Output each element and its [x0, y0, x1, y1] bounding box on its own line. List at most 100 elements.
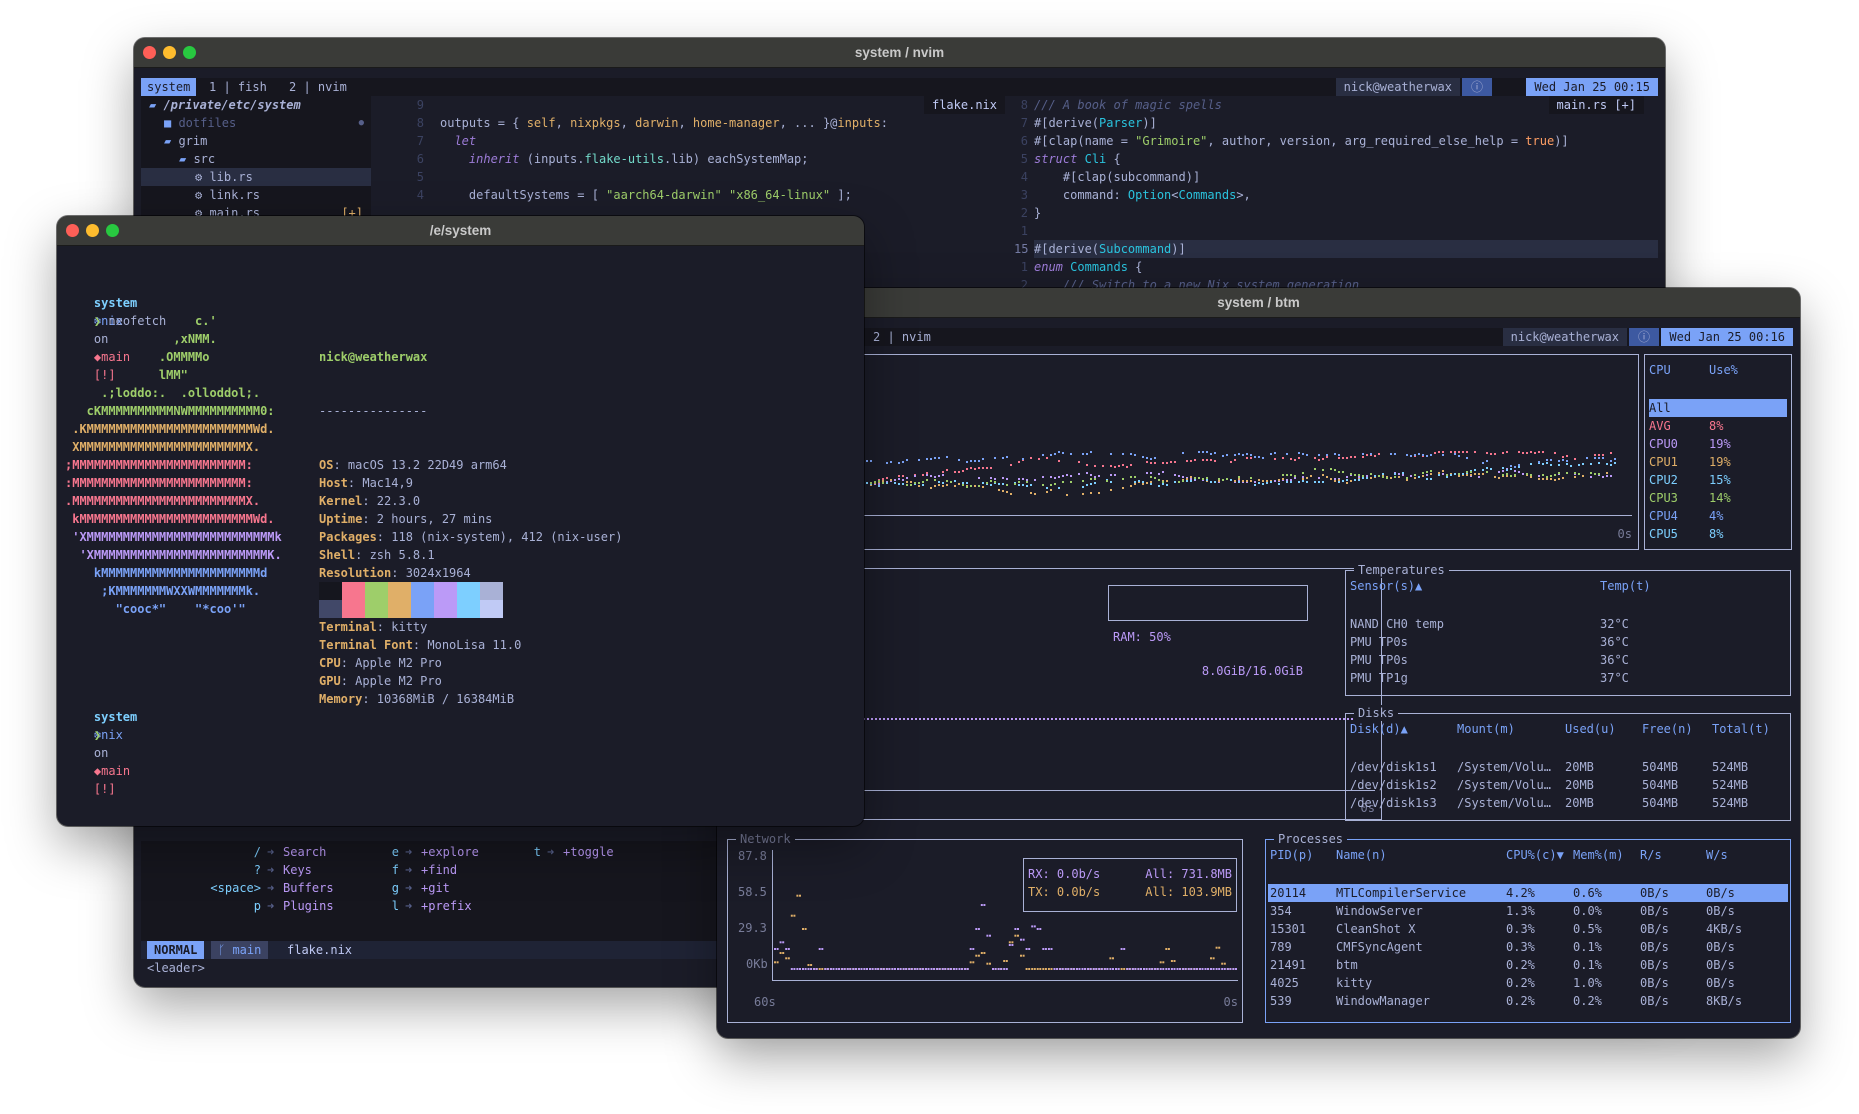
- network-panel[interactable]: Network 87.8 58.5 29.3 0Kb 60s 0s RX: 0.…: [727, 831, 1243, 1023]
- column-header[interactable]: Mem%(m): [1573, 848, 1624, 862]
- code-line[interactable]: 15 #[derive(Subcommand)]: [1014, 240, 1658, 258]
- column-header[interactable]: Disk(d)▲: [1350, 722, 1408, 736]
- column-header[interactable]: Total(t): [1712, 722, 1770, 736]
- cpu-row[interactable]: CPU3 14%: [1649, 489, 1787, 507]
- net-graph-point: [1156, 968, 1159, 970]
- command-line[interactable]: <leader>: [147, 959, 205, 977]
- table-row[interactable]: PMU TP0s 36°C: [1348, 633, 1788, 651]
- editor-right-pane[interactable]: main.rs [+] 8 /// A book of magic spells 7…: [1014, 96, 1658, 296]
- code-line[interactable]: 9: [372, 96, 1005, 114]
- cpu-graph-point: [1458, 473, 1460, 475]
- table-row[interactable]: /dev/disk1s3/System/Volu… 20MB 504MB 524MB: [1348, 794, 1788, 812]
- cpu-graph-point: [1422, 475, 1424, 477]
- cpu-graph-point: [1394, 473, 1396, 475]
- code-line[interactable]: 5: [372, 168, 1005, 186]
- tree-item-lib-rs[interactable]: ⚙ lib.rs: [141, 168, 371, 186]
- cpu-graph-point: [1482, 473, 1484, 475]
- cpu-graph-point: [938, 457, 940, 459]
- cpu-row[interactable]: CPU4 4%: [1649, 507, 1787, 525]
- table-row[interactable]: 20114 MTLCompilerService 4.2% 0.6% 0B/s 0B/s: [1268, 884, 1788, 902]
- column-header[interactable]: Temp(t): [1600, 579, 1651, 593]
- disks-panel[interactable]: Disks Disk(d)▲ Mount(m) Used(u) Free(n) Tota…: [1345, 705, 1791, 821]
- code-line[interactable]: 6 #[clap(name = "Grimoire", author, versi…: [1014, 132, 1658, 150]
- temperatures-panel[interactable]: Temperatures Sensor(s)▲ Temp(t) NAND CH0 t…: [1345, 562, 1791, 696]
- cpu-graph-point: [1082, 493, 1084, 495]
- cpu-graph-point: [1250, 457, 1252, 459]
- info-key: Uptime: [319, 512, 363, 526]
- tree-item-grim[interactable]: ▰ grim: [164, 132, 207, 150]
- code-line[interactable]: 7 #[derive(Parser)]: [1014, 114, 1658, 132]
- tab-nvim[interactable]: 2 | nvim: [867, 328, 937, 346]
- table-row[interactable]: PMU TP0s 36°C: [1348, 651, 1788, 669]
- cpu-graph-point: [1110, 474, 1112, 476]
- nvim-titlebar[interactable]: system / nvim: [134, 38, 1665, 68]
- column-header[interactable]: R/s: [1640, 848, 1662, 862]
- code-line[interactable]: 5 struct Cli {: [1014, 150, 1658, 168]
- cpu-row[interactable]: CPU5 8%: [1649, 525, 1787, 543]
- column-header[interactable]: Name(n): [1336, 848, 1387, 862]
- cpu-graph-point: [1370, 473, 1372, 475]
- table-row[interactable]: /dev/disk1s1/System/Volu… 20MB 504MB 524MB: [1348, 758, 1788, 776]
- column-header[interactable]: W/s: [1706, 848, 1728, 862]
- column-header[interactable]: Sensor(s)▲: [1350, 579, 1422, 593]
- cpu-row[interactable]: CPU0 19%: [1649, 435, 1787, 453]
- table-row[interactable]: /dev/disk1s2/System/Volu… 20MB 504MB 524MB: [1348, 776, 1788, 794]
- code-line[interactable]: 4 #[clap(subcommand)]: [1014, 168, 1658, 186]
- cpu-graph-point: [1582, 475, 1584, 477]
- code-line[interactable]: 3 command: Option<Commands>,: [1014, 186, 1658, 204]
- code-line[interactable]: 6 inherit (inputs.flake-utils.lib) eachS…: [372, 150, 1005, 168]
- line-number: 7: [1020, 116, 1028, 130]
- cpu-graph-point: [1210, 481, 1212, 483]
- table-row[interactable]: 4025 kitty 0.2% 1.0% 0B/s 0B/s: [1268, 974, 1788, 992]
- net-graph-point: [1190, 968, 1193, 970]
- table-row[interactable]: 539 WindowManager 0.2% 0.2% 0B/s 8KB/s: [1268, 992, 1788, 1010]
- table-row[interactable]: 15301 CleanShot X 0.3% 0.5% 0B/s 4KB/s: [1268, 920, 1788, 938]
- code-line[interactable]: 1 enum Commands {: [1014, 258, 1658, 276]
- table-cell: 0.6%: [1573, 886, 1602, 900]
- tab-system[interactable]: system: [141, 78, 197, 96]
- table-row[interactable]: 354 WindowServer 1.3% 0.0% 0B/s 0B/s: [1268, 902, 1788, 920]
- which-key-item[interactable]: g ➜ +git: [141, 879, 559, 897]
- kitty-titlebar[interactable]: /e/system: [57, 216, 864, 246]
- net-graph-point: [994, 968, 997, 970]
- tree-root[interactable]: ▰ /private/etc/system: [149, 96, 301, 114]
- net-graph-point: [1154, 968, 1157, 970]
- cpu-row[interactable]: All: [1649, 399, 1787, 417]
- tree-item-dotfiles[interactable]: ■ dotfiles ●: [164, 114, 364, 132]
- net-x-label: 60s: [754, 995, 776, 1009]
- table-row[interactable]: 789 CMFSyncAgent 0.3% 0.1% 0B/s 0B/s: [1268, 938, 1788, 956]
- code-line[interactable]: 2}: [1014, 204, 1658, 222]
- cpu-row[interactable]: CPU2 15%: [1649, 471, 1787, 489]
- column-header[interactable]: PID(p): [1270, 848, 1313, 862]
- cpu-row[interactable]: CPU1 19%: [1649, 453, 1787, 471]
- input-line[interactable]: ❯: [65, 708, 101, 762]
- btm-titlebar[interactable]: system / btm: [717, 288, 1800, 318]
- column-header[interactable]: Use%: [1709, 363, 1738, 377]
- column-header[interactable]: Used(u): [1565, 722, 1616, 736]
- column-header[interactable]: CPU%(c)▼: [1506, 848, 1564, 862]
- cpu-graph-point: [1034, 493, 1036, 495]
- cpu-graph-point: [902, 475, 904, 477]
- code-line[interactable]: 8 outputs = { self, nixpkgs, darwin, home…: [372, 114, 1005, 132]
- code-line[interactable]: 1: [1014, 222, 1658, 240]
- code-line[interactable]: 4 defaultSystems = [ "aarch64-darwin" "x…: [372, 186, 1005, 204]
- code-line[interactable]: 7 let: [372, 132, 1005, 150]
- net-graph-point: [1115, 968, 1117, 970]
- table-row[interactable]: 21491 btm 0.2% 0.1% 0B/s 0B/s: [1268, 956, 1788, 974]
- tab-nvim[interactable]: 2 | nvim: [283, 78, 353, 96]
- which-key-item[interactable]: f ➜ +find: [141, 861, 559, 879]
- tree-item-src[interactable]: ▰ src: [179, 150, 215, 168]
- which-key-item[interactable]: l ➜ +prefix: [141, 897, 559, 915]
- column-header[interactable]: Mount(m): [1457, 722, 1515, 736]
- cpu-graph-point: [1270, 481, 1272, 483]
- tab-fish[interactable]: 1 | fish: [203, 78, 273, 96]
- which-key-item[interactable]: t ➜ +toggle: [141, 843, 701, 861]
- table-row[interactable]: PMU TP1g 37°C: [1348, 669, 1788, 687]
- cpu-row[interactable]: AVG 8%: [1649, 417, 1787, 435]
- column-header[interactable]: CPU: [1649, 363, 1671, 377]
- cpu-graph-point: [1130, 453, 1132, 455]
- processes-panel[interactable]: Processes PID(p) Name(n) CPU%(c)▼ Mem%(m) R/…: [1265, 831, 1791, 1023]
- table-row[interactable]: NAND CH0 temp 32°C: [1348, 615, 1788, 633]
- column-header[interactable]: Free(n): [1642, 722, 1693, 736]
- tree-item-link-rs[interactable]: ⚙ link.rs: [195, 186, 260, 204]
